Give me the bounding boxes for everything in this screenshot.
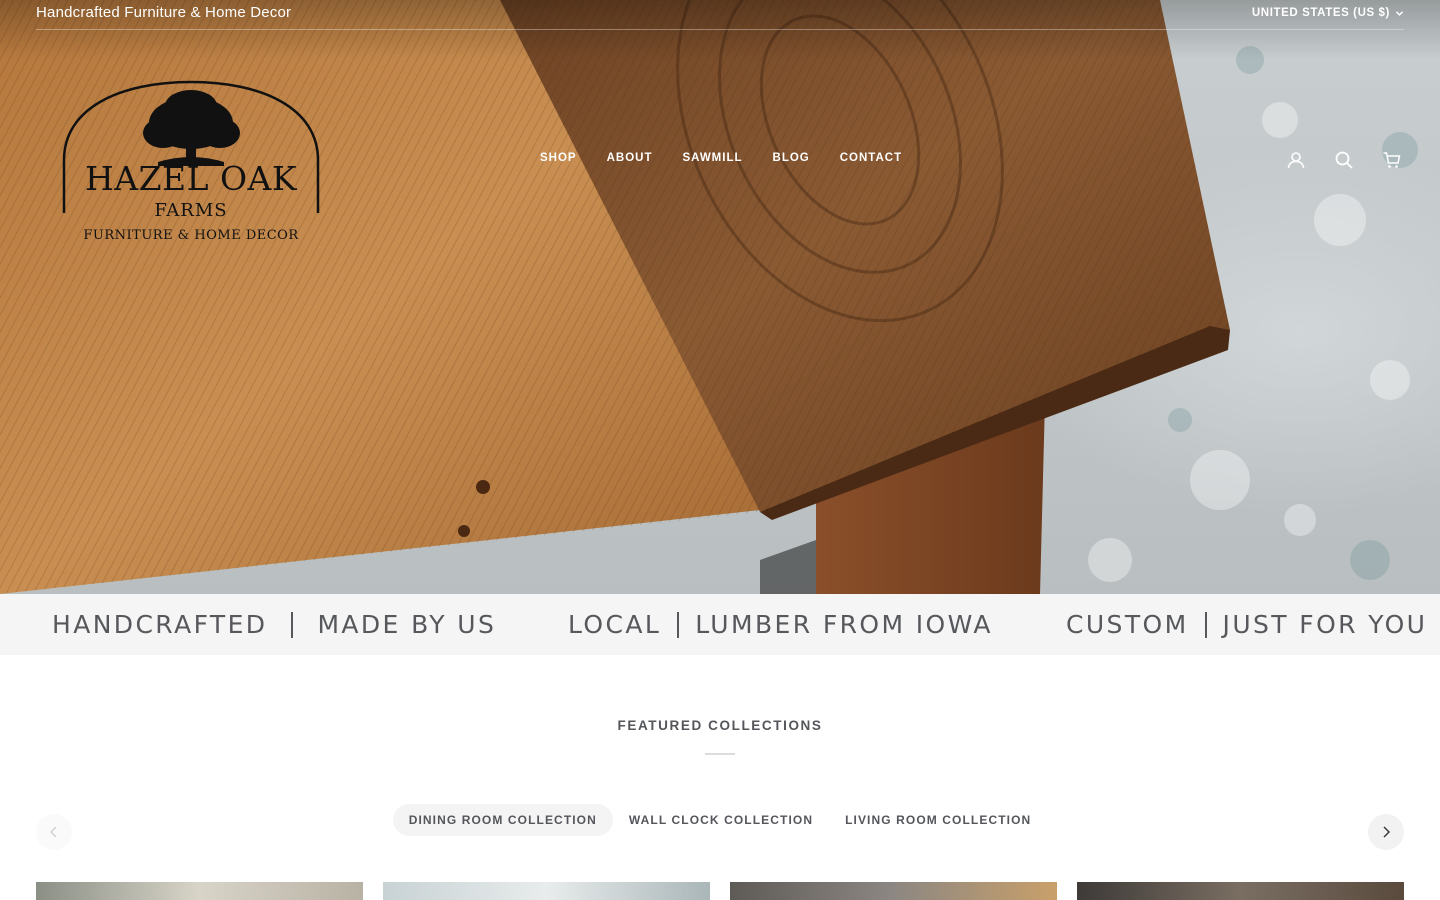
product-card-image[interactable] <box>36 882 363 900</box>
account-button[interactable] <box>1284 148 1308 172</box>
announcement-bar: Handcrafted Furniture & Home Decor UNITE… <box>36 0 1404 30</box>
site-logo[interactable]: HAZEL OAK FARMS FURNITURE & HOME DECOR <box>60 78 322 244</box>
tab-living-room[interactable]: LIVING ROOM COLLECTION <box>829 804 1047 836</box>
value-prop-1: HANDCRAFTED MADE BY US <box>52 594 496 655</box>
cart-icon <box>1383 152 1401 168</box>
cart-button[interactable] <box>1380 148 1404 172</box>
product-card-image[interactable] <box>730 882 1057 900</box>
value-prop-3: CUSTOM JUST FOR YOU <box>1066 594 1427 655</box>
search-button[interactable] <box>1332 148 1356 172</box>
logo-tagline: FURNITURE & HOME DECOR <box>83 228 299 243</box>
product-carousel <box>36 882 1404 900</box>
tab-wall-clock[interactable]: WALL CLOCK COLLECTION <box>613 804 829 836</box>
nav-sawmill[interactable]: SAWMILL <box>682 152 742 164</box>
header-icons <box>1284 148 1404 172</box>
value-prop-right: JUST FOR YOU <box>1222 610 1428 639</box>
announcement-text: Handcrafted Furniture & Home Decor <box>36 4 292 21</box>
nav-blog[interactable]: BLOG <box>773 152 810 164</box>
carousel-next-button[interactable] <box>1368 814 1404 850</box>
featured-collections-title: FEATURED COLLECTIONS <box>617 718 823 733</box>
value-props-strip: HANDCRAFTED MADE BY US LOCAL LUMBER FROM… <box>0 594 1440 655</box>
logo-name: HAZEL OAK <box>85 159 298 198</box>
value-prop-left: CUSTOM <box>1066 610 1189 639</box>
value-prop-divider <box>677 611 680 638</box>
value-prop-left: HANDCRAFTED <box>52 610 268 639</box>
product-card-image[interactable] <box>1077 882 1404 900</box>
carousel-prev-button[interactable] <box>36 814 72 850</box>
value-prop-right: MADE BY US <box>317 610 497 639</box>
value-prop-divider <box>291 611 294 638</box>
chevron-down-icon <box>1395 10 1404 16</box>
tab-dining-room[interactable]: DINING ROOM COLLECTION <box>392 804 613 836</box>
currency-label: UNITED STATES (US $) <box>1251 7 1390 19</box>
nav-shop[interactable]: SHOP <box>540 152 577 164</box>
value-prop-2: LOCAL LUMBER FROM IOWA <box>568 594 993 655</box>
hero-banner: Handcrafted Furniture & Home Decor UNITE… <box>0 0 1440 594</box>
value-prop-right: LUMBER FROM IOWA <box>695 610 993 639</box>
currency-selector[interactable]: UNITED STATES (US $) <box>1252 7 1404 19</box>
account-icon <box>1287 152 1305 169</box>
logo-farms: FARMS <box>154 200 227 221</box>
chevron-left-icon <box>50 826 57 838</box>
search-icon <box>1335 151 1353 169</box>
product-card-image[interactable] <box>383 882 710 900</box>
nav-contact[interactable]: CONTACT <box>840 152 902 164</box>
chevron-right-icon <box>1383 826 1390 838</box>
title-divider <box>705 753 735 755</box>
nav-about[interactable]: ABOUT <box>607 152 653 164</box>
value-prop-divider <box>1204 611 1207 638</box>
collection-tabs: DINING ROOM COLLECTION WALL CLOCK COLLEC… <box>0 804 1440 836</box>
value-prop-left: LOCAL <box>568 610 662 639</box>
main-nav: SHOP ABOUT SAWMILL BLOG CONTACT <box>540 152 902 164</box>
